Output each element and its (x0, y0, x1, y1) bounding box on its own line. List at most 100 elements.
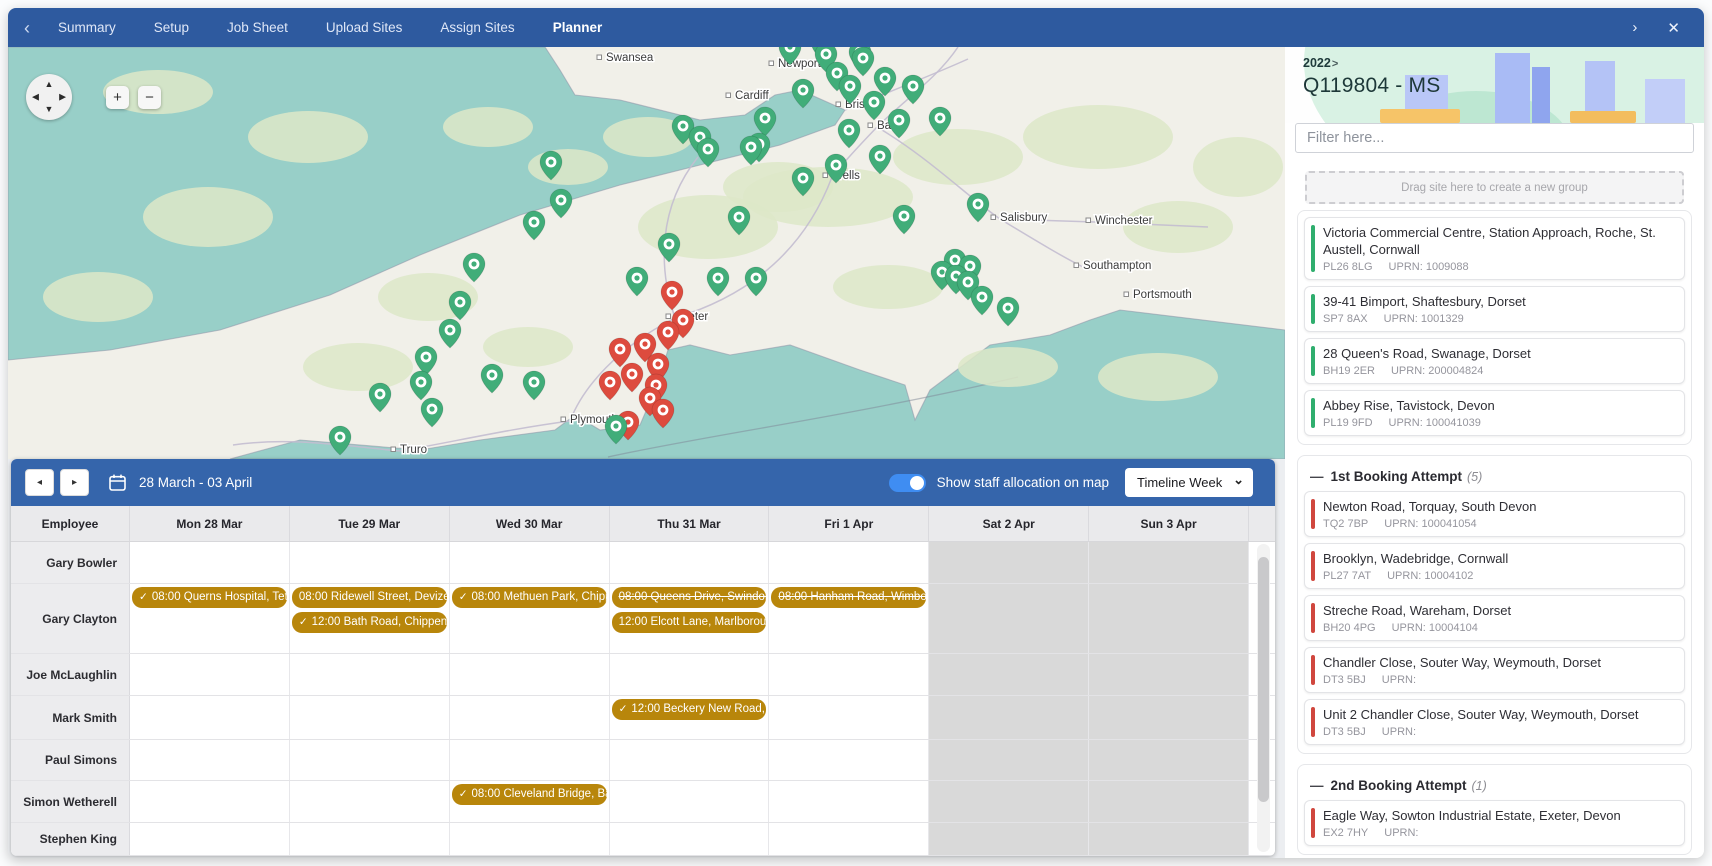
site-card[interactable]: Eagle Way, Sowton Industrial Estate, Exe… (1304, 800, 1685, 846)
schedule-cell[interactable] (1089, 781, 1249, 822)
breadcrumb-year[interactable]: 2022 (1303, 56, 1331, 70)
tab-assign-sites[interactable]: Assign Sites (440, 20, 514, 35)
schedule-cell[interactable] (1089, 740, 1249, 780)
schedule-cell[interactable] (450, 654, 610, 695)
schedule-event-chip[interactable]: 12:00 Elcott Lane, Marlboroug (611, 612, 767, 633)
tab-planner[interactable]: Planner (553, 20, 603, 35)
schedule-cell[interactable] (450, 740, 610, 780)
schedule-cell[interactable] (290, 654, 450, 695)
schedule-cell[interactable]: 08:00 Queens Drive, Swindon, 12:00 Elcott… (610, 584, 770, 653)
schedule-cell[interactable] (929, 696, 1090, 739)
prev-week-button[interactable]: ◂ (25, 469, 54, 496)
group-header[interactable]: —2nd Booking Attempt (1) (1304, 771, 1685, 800)
schedule-event-chip[interactable]: 08:00 Hanham Road, Wimbor (771, 587, 927, 608)
view-selector-dropdown[interactable]: Timeline Week ⌄ (1125, 468, 1253, 497)
schedule-cell[interactable] (290, 740, 450, 780)
schedule-cell[interactable]: ✓ 08:00 Querns Hospital, Tetb (130, 584, 290, 653)
site-card[interactable]: 39-41 Bimport, Shaftesbury, Dorset SP7 8A… (1304, 286, 1685, 332)
schedule-cell[interactable] (1089, 823, 1249, 855)
schedule-cell[interactable] (769, 542, 930, 583)
schedule-cell[interactable] (1089, 584, 1249, 653)
collapse-icon[interactable]: — (1310, 469, 1324, 484)
schedule-cell[interactable] (929, 654, 1090, 695)
site-card[interactable]: Newton Road, Torquay, South Devon TQ2 7BP… (1304, 491, 1685, 537)
schedule-cell[interactable] (130, 823, 290, 855)
site-card[interactable]: Brooklyn, Wadebridge, Cornwall PL27 7AT UP… (1304, 543, 1685, 589)
site-card[interactable]: Streche Road, Wareham, Dorset BH20 4PG UPR… (1304, 595, 1685, 641)
grid-scrollbar[interactable] (1257, 544, 1270, 852)
schedule-cell[interactable] (610, 823, 770, 855)
schedule-cell[interactable]: 08:00 Hanham Road, Wimbor (769, 584, 930, 653)
schedule-cell[interactable] (769, 740, 930, 780)
map-panel[interactable]: Swansea Newport Cardiff Bristol Bath Wells Sal… (8, 47, 1285, 459)
schedule-cell[interactable] (130, 781, 290, 822)
schedule-cell[interactable] (610, 542, 770, 583)
schedule-cell[interactable] (450, 542, 610, 583)
tab-setup[interactable]: Setup (154, 20, 189, 35)
site-card[interactable]: 28 Queen's Road, Swanage, Dorset BH19 2ER… (1304, 338, 1685, 384)
site-card[interactable]: Chandler Close, Souter Way, Weymouth, Do… (1304, 647, 1685, 693)
schedule-cell[interactable] (130, 654, 290, 695)
breadcrumb[interactable]: 2022> (1303, 56, 1440, 70)
schedule-cell[interactable]: ✓ 08:00 Methuen Park, Chippe (450, 584, 610, 653)
tab-job-sheet[interactable]: Job Sheet (227, 20, 288, 35)
schedule-event-chip[interactable]: ✓ 08:00 Methuen Park, Chippe (451, 587, 607, 608)
site-card[interactable]: Abbey Rise, Tavistock, Devon PL19 9FD UPRN… (1304, 390, 1685, 436)
schedule-cell[interactable] (290, 696, 450, 739)
schedule-event-chip[interactable]: 08:00 Queens Drive, Swindon, (611, 587, 767, 608)
schedule-cell[interactable] (130, 740, 290, 780)
schedule-event-chip[interactable]: ✓ 12:00 Beckery New Road, Gl (611, 699, 767, 720)
schedule-cell[interactable] (450, 823, 610, 855)
schedule-cell[interactable] (1089, 542, 1249, 583)
pan-left-icon[interactable]: ◀ (32, 92, 39, 102)
schedule-event-chip[interactable]: 08:00 Ridewell Street, Devizes (291, 587, 447, 608)
forward-chevron-icon[interactable]: › (1632, 19, 1637, 36)
schedule-event-chip[interactable]: ✓ 12:00 Bath Road, Chippenha (291, 612, 447, 633)
schedule-cell[interactable] (1089, 696, 1249, 739)
schedule-cell[interactable] (929, 584, 1090, 653)
staff-allocation-toggle[interactable] (888, 473, 926, 492)
site-card[interactable]: Victoria Commercial Centre, Station Appr… (1304, 217, 1685, 280)
close-icon[interactable]: ✕ (1667, 19, 1680, 37)
map-zoom-out-button[interactable]: − (138, 86, 161, 109)
schedule-cell[interactable] (610, 781, 770, 822)
schedule-cell[interactable] (130, 696, 290, 739)
pan-right-icon[interactable]: ▶ (59, 92, 66, 102)
schedule-cell[interactable] (769, 823, 930, 855)
schedule-cell[interactable] (769, 654, 930, 695)
schedule-cell[interactable] (769, 696, 930, 739)
schedule-cell[interactable] (929, 823, 1090, 855)
pan-up-icon[interactable]: ▲ (45, 80, 54, 89)
collapse-icon[interactable]: — (1310, 778, 1324, 793)
schedule-cell[interactable] (290, 542, 450, 583)
schedule-cell[interactable] (290, 781, 450, 822)
back-chevron-icon[interactable]: ‹ (24, 19, 30, 37)
schedule-cell[interactable] (769, 781, 930, 822)
schedule-cell[interactable] (929, 781, 1090, 822)
group-dropzone[interactable]: Drag site here to create a new group (1305, 171, 1684, 204)
schedule-cell[interactable] (610, 740, 770, 780)
tab-upload-sites[interactable]: Upload Sites (326, 20, 403, 35)
map-canvas[interactable]: Swansea NewportCardiffBristolBathWellsSal… (8, 47, 1285, 459)
site-card[interactable]: Unit 2 Chandler Close, Souter Way, Weymo… (1304, 699, 1685, 745)
schedule-cell[interactable] (929, 542, 1090, 583)
schedule-cell[interactable]: ✓ 08:00 Cleveland Bridge, Bath (450, 781, 610, 822)
schedule-cell[interactable] (610, 654, 770, 695)
tab-summary[interactable]: Summary (58, 20, 116, 35)
group-header[interactable]: —1st Booking Attempt (5) (1304, 462, 1685, 491)
schedule-cell[interactable]: ✓ 12:00 Beckery New Road, Gl (610, 696, 770, 739)
grid-scrollbar-thumb[interactable] (1258, 557, 1269, 802)
map-pan-control[interactable]: ▲ ▼ ◀ ▶ (26, 74, 72, 120)
schedule-event-chip[interactable]: ✓ 08:00 Querns Hospital, Tetb (132, 587, 287, 608)
schedule-cell[interactable] (1089, 654, 1249, 695)
next-week-button[interactable]: ▸ (60, 469, 89, 496)
filter-input[interactable] (1295, 123, 1694, 153)
schedule-event-chip[interactable]: ✓ 08:00 Cleveland Bridge, Bath (451, 784, 607, 805)
map-zoom-in-button[interactable]: + (106, 86, 129, 109)
schedule-cell[interactable]: 08:00 Ridewell Street, Devizes ✓ 12:00 Bat… (290, 584, 450, 653)
schedule-cell[interactable] (290, 823, 450, 855)
schedule-cell[interactable] (130, 542, 290, 583)
schedule-cell[interactable] (450, 696, 610, 739)
schedule-cell[interactable] (929, 740, 1090, 780)
pan-down-icon[interactable]: ▼ (45, 105, 54, 114)
